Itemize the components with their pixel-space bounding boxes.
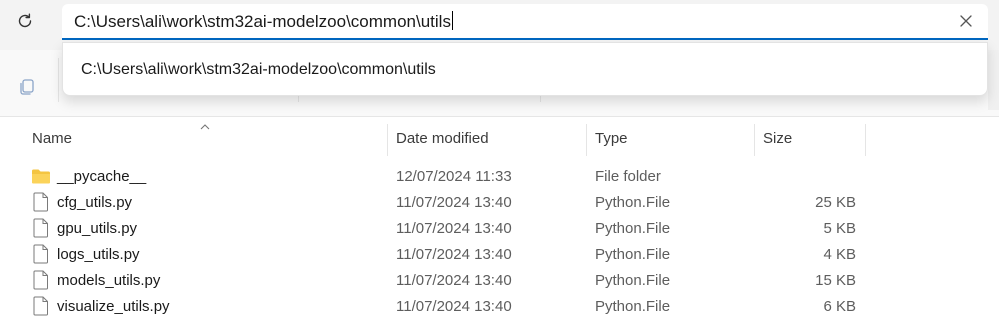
address-suggestion-item[interactable]: C:\Users\ali\work\stm32ai-modelzoo\commo…: [81, 61, 436, 79]
refresh-icon: [18, 13, 32, 28]
file-date: 11/07/2024 13:40: [396, 194, 512, 211]
folder-icon: [32, 169, 50, 184]
table-row[interactable]: logs_utils.py 11/07/2024 13:40 Python.Fi…: [0, 242, 999, 268]
column-header-type[interactable]: Type: [595, 130, 628, 147]
file-icon: [33, 296, 48, 316]
column-resizer[interactable]: [387, 124, 388, 156]
file-type: File folder: [595, 168, 661, 185]
file-type: Python.File: [595, 272, 671, 289]
column-header-date[interactable]: Date modified: [396, 130, 489, 147]
file-date: 11/07/2024 13:40: [396, 298, 512, 315]
table-row[interactable]: gpu_utils.py 11/07/2024 13:40 Python.Fil…: [0, 216, 999, 242]
table-row[interactable]: cfg_utils.py 11/07/2024 13:40 Python.Fil…: [0, 190, 999, 216]
refresh-button[interactable]: [10, 6, 40, 36]
copy-icon: [20, 79, 34, 95]
file-name: models_utils.py: [57, 272, 161, 289]
file-type: Python.File: [595, 298, 671, 315]
toolbar-separator: [58, 58, 59, 102]
table-row[interactable]: visualize_utils.py 11/07/2024 13:40 Pyth…: [0, 294, 999, 320]
file-icon: [33, 218, 48, 238]
address-input-value[interactable]: C:\Users\ali\work\stm32ai-modelzoo\commo…: [74, 11, 453, 32]
file-icon: [33, 244, 48, 264]
column-header-row: Name Date modified Type Size: [0, 124, 999, 156]
table-row[interactable]: __pycache__ 12/07/2024 11:33 File folder: [0, 164, 999, 190]
text-caret: [451, 11, 453, 30]
file-size: 25 KB: [815, 194, 856, 211]
file-date: 12/07/2024 11:33: [396, 168, 512, 185]
copy-button[interactable]: [14, 74, 40, 100]
file-date: 11/07/2024 13:40: [396, 272, 512, 289]
file-name: gpu_utils.py: [57, 220, 138, 237]
file-size: 15 KB: [815, 272, 856, 289]
column-header-name[interactable]: Name: [32, 130, 72, 147]
column-resizer[interactable]: [754, 124, 755, 156]
column-resizer[interactable]: [586, 124, 587, 156]
file-date: 11/07/2024 13:40: [396, 246, 512, 263]
file-type: Python.File: [595, 220, 671, 237]
column-resizer[interactable]: [865, 124, 866, 156]
file-name: logs_utils.py: [57, 246, 140, 263]
address-suggestion-dropdown: C:\Users\ali\work\stm32ai-modelzoo\commo…: [62, 42, 988, 96]
file-size: 6 KB: [823, 298, 856, 315]
file-size: 5 KB: [823, 220, 856, 237]
file-icon: [33, 270, 48, 290]
file-icon: [33, 192, 48, 212]
file-date: 11/07/2024 13:40: [396, 220, 512, 237]
file-name: __pycache__: [57, 168, 147, 185]
file-name: visualize_utils.py: [57, 298, 170, 315]
scroll-edge: [988, 50, 999, 110]
address-input[interactable]: C:\Users\ali\work\stm32ai-modelzoo\commo…: [62, 4, 988, 40]
file-type: Python.File: [595, 246, 671, 263]
table-row[interactable]: models_utils.py 11/07/2024 13:40 Python.…: [0, 268, 999, 294]
column-header-size[interactable]: Size: [763, 130, 792, 147]
close-icon: [960, 15, 972, 27]
sort-up-icon: [200, 124, 210, 130]
file-size: 4 KB: [823, 246, 856, 263]
file-name: cfg_utils.py: [57, 194, 133, 211]
toolbar-divider: [0, 116, 999, 117]
clear-address-button[interactable]: [958, 13, 974, 29]
file-type: Python.File: [595, 194, 671, 211]
